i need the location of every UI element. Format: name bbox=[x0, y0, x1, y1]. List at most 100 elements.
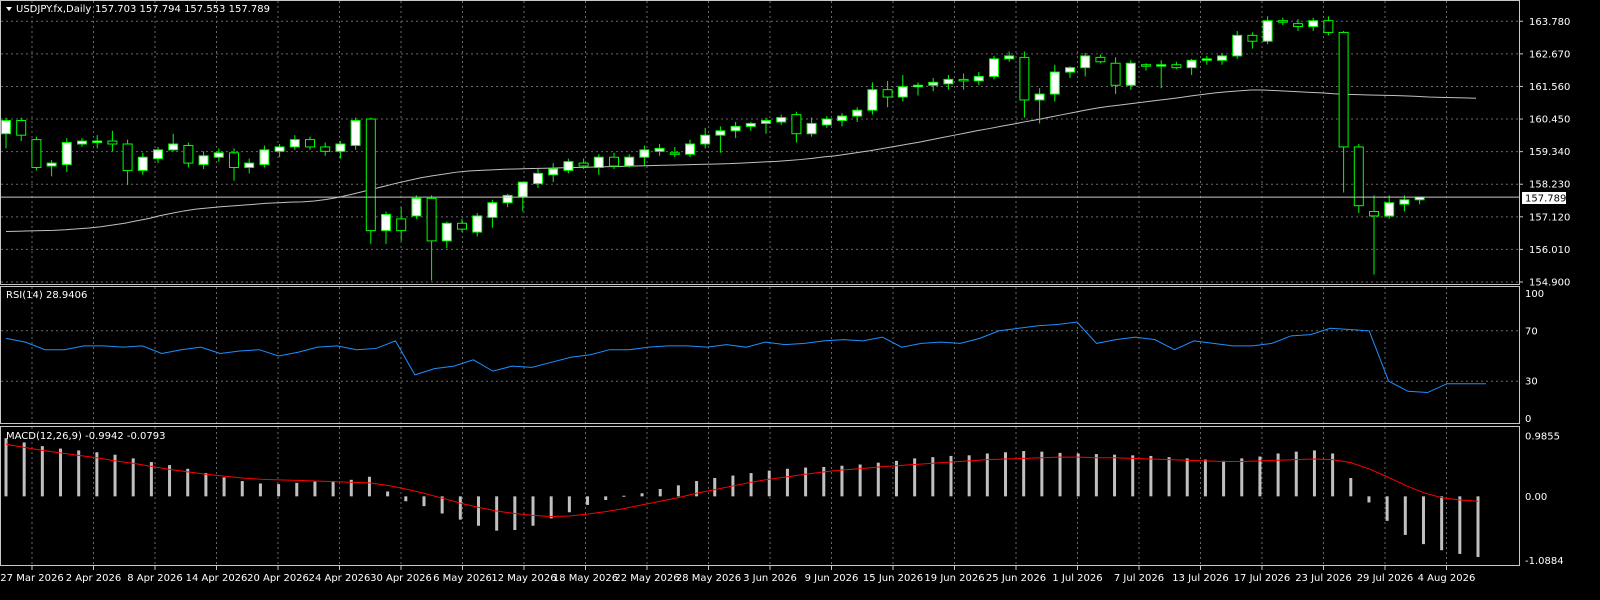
candle-body-bull bbox=[806, 122, 817, 135]
candle-body-bull bbox=[837, 115, 847, 122]
price-tick-label: 154.900 bbox=[1529, 278, 1570, 289]
macd-bar bbox=[967, 455, 971, 497]
date-tick-label: 8 Apr 2026 bbox=[127, 573, 182, 584]
candle-body-bull bbox=[989, 58, 999, 77]
macd-bar bbox=[458, 496, 462, 520]
macd-bar bbox=[549, 496, 553, 519]
candle-body-bull bbox=[502, 194, 513, 204]
macd-bar bbox=[258, 483, 262, 497]
macd-bar bbox=[1240, 458, 1244, 497]
candle-body-bear bbox=[578, 162, 589, 167]
macd-bar bbox=[1312, 450, 1316, 497]
candle-body-bear bbox=[669, 152, 680, 155]
macd-bar bbox=[622, 495, 626, 497]
candle-body-bear bbox=[320, 146, 331, 152]
macd-bar bbox=[604, 496, 608, 501]
candle-body-bull bbox=[563, 161, 574, 171]
macd-bar bbox=[204, 473, 208, 497]
chart-root[interactable]: 163.780 162.670 161.560 160.450 159.340 158.2… bbox=[0, 0, 1600, 600]
candle-body-bear bbox=[1171, 64, 1182, 69]
candle-body-bull bbox=[654, 147, 665, 152]
macd-bar bbox=[1421, 496, 1425, 545]
macd-bar bbox=[586, 496, 590, 505]
candle-body-bull bbox=[761, 120, 771, 124]
macd-bar bbox=[804, 467, 808, 497]
macd-bar bbox=[95, 452, 99, 497]
date-tick-label: 27 Mar 2026 bbox=[0, 573, 63, 584]
macd-bar bbox=[1403, 496, 1407, 535]
date-tick-label: 23 Jul 2026 bbox=[1295, 573, 1352, 584]
candle bbox=[411, 195, 422, 219]
macd-bar bbox=[495, 496, 499, 531]
rsi-tick-label: 100 bbox=[1525, 289, 1544, 300]
rsi-tick-label: 30 bbox=[1525, 377, 1538, 388]
price-tick-label: 158.230 bbox=[1529, 180, 1570, 191]
candle-body-bull bbox=[350, 120, 361, 146]
rsi-label: RSI(14) 28.9406 bbox=[6, 290, 87, 301]
macd-bar bbox=[876, 462, 880, 497]
candle-body-bull bbox=[1004, 55, 1015, 60]
candle-body-bull bbox=[913, 84, 923, 88]
candle-body-bull bbox=[153, 149, 163, 160]
price-tick-label: 159.340 bbox=[1529, 147, 1570, 158]
candle-body-bull bbox=[1156, 64, 1167, 67]
candle-body-bull bbox=[335, 143, 346, 152]
candle-body-bear bbox=[1338, 31, 1349, 148]
candle-body-bear bbox=[1141, 64, 1151, 67]
macd-bar bbox=[277, 484, 281, 497]
candle-body-bull bbox=[1399, 199, 1410, 205]
candle-body-bear bbox=[122, 143, 133, 171]
date-tick-label: 4 Aug 2026 bbox=[1418, 573, 1476, 584]
date-tick-label: 19 Jun 2026 bbox=[924, 573, 984, 584]
candle bbox=[31, 136, 42, 171]
macd-bar bbox=[1440, 496, 1444, 551]
candle-body-bull bbox=[1217, 55, 1227, 61]
macd-bar bbox=[222, 477, 226, 497]
macd-bar bbox=[4, 438, 8, 497]
candle-body-bull bbox=[517, 181, 528, 198]
macd-bar bbox=[476, 496, 480, 526]
candle-body-bull bbox=[776, 117, 787, 123]
candle-body-bear bbox=[791, 114, 802, 135]
candle-body-bull bbox=[1080, 55, 1091, 69]
price-tick-label: 161.560 bbox=[1529, 82, 1570, 93]
macd-bar bbox=[367, 476, 371, 497]
date-tick-label: 17 Jul 2026 bbox=[1234, 573, 1291, 584]
date-tick-label: 30 Apr 2026 bbox=[370, 573, 432, 584]
macd-bar bbox=[785, 468, 789, 497]
macd-bar bbox=[1058, 452, 1062, 497]
candle-body-bull bbox=[274, 146, 285, 152]
macd-bar bbox=[749, 473, 753, 497]
macd-bar bbox=[640, 493, 644, 497]
date-tick-label: 18 May 2026 bbox=[553, 573, 618, 584]
candle-body-bear bbox=[1247, 34, 1258, 42]
date-tick-label: 28 May 2026 bbox=[676, 573, 741, 584]
candle-body-bull bbox=[213, 152, 224, 158]
candle-body-bull bbox=[548, 168, 559, 176]
date-tick-label: 24 Apr 2026 bbox=[309, 573, 371, 584]
candle-body-bear bbox=[107, 140, 118, 145]
date-tick-label: 29 Jul 2026 bbox=[1357, 573, 1414, 584]
candle bbox=[989, 55, 999, 80]
candle-body-bull bbox=[137, 156, 148, 171]
macd-bar bbox=[77, 450, 81, 497]
date-tick-label: 15 Jun 2026 bbox=[863, 573, 923, 584]
price-tick-label: 162.670 bbox=[1529, 49, 1570, 60]
price-tick-label: 163.780 bbox=[1529, 17, 1570, 28]
candle bbox=[1353, 144, 1364, 213]
macd-bar bbox=[131, 458, 135, 497]
date-tick-label: 13 Jul 2026 bbox=[1172, 573, 1229, 584]
date-tick-label: 2 Apr 2026 bbox=[66, 573, 121, 584]
macd-bar bbox=[1149, 455, 1153, 497]
macd-bar bbox=[1131, 455, 1135, 497]
candle-body-bull bbox=[730, 125, 741, 132]
candle-body-bull bbox=[715, 130, 726, 136]
macd-bar bbox=[676, 485, 680, 497]
macd-bar bbox=[1458, 496, 1462, 554]
candle-body-bull bbox=[77, 140, 87, 145]
candle-body-bear bbox=[958, 78, 969, 82]
candle-body-bear bbox=[457, 222, 467, 230]
macd-tick-label: -1.0884 bbox=[1525, 556, 1564, 567]
candle-body-bear bbox=[1095, 56, 1106, 63]
candle-body-bull bbox=[928, 81, 939, 86]
